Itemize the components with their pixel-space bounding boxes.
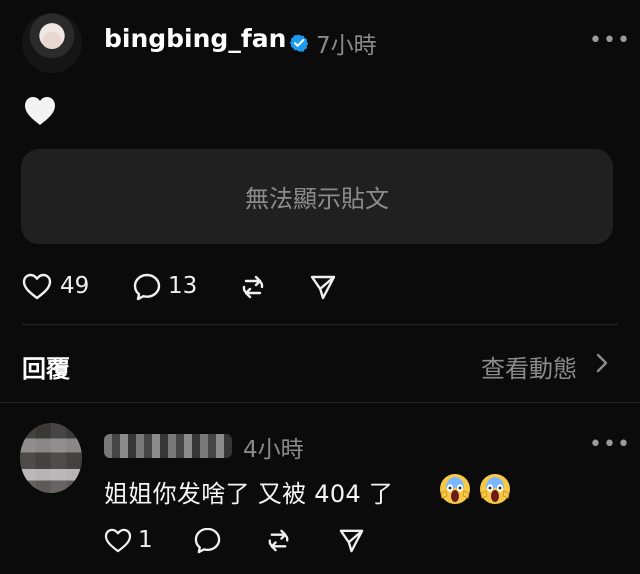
comment-like-count[interactable]: 1 xyxy=(138,527,153,553)
comment-icon[interactable] xyxy=(193,526,222,555)
comment-text: 姐姐你发啥了 又被 404 了 xyxy=(104,480,394,508)
white-heart-emoji xyxy=(25,97,55,125)
replies-title: 回覆 xyxy=(22,355,70,383)
heart-icon[interactable] xyxy=(22,273,52,300)
unavailable-post-text: 無法顯示貼文 xyxy=(245,185,389,213)
comment-icon[interactable] xyxy=(132,272,162,302)
comment-author-name-blurred[interactable] xyxy=(104,434,232,458)
section-divider xyxy=(22,324,618,325)
repost-icon[interactable] xyxy=(264,526,293,555)
post-comment-count[interactable]: 13 xyxy=(168,273,197,299)
screaming-face-emoji xyxy=(440,474,470,504)
heart-icon[interactable] xyxy=(104,528,132,553)
comment-more-menu-icon[interactable]: ••• xyxy=(589,432,631,457)
comment-author-avatar[interactable] xyxy=(20,423,82,493)
post-author-avatar[interactable] xyxy=(22,13,82,73)
post-author-username[interactable]: bingbing_fan xyxy=(104,24,286,53)
chevron-right-icon[interactable] xyxy=(596,353,608,373)
share-icon[interactable] xyxy=(337,526,366,555)
reply-divider xyxy=(0,402,640,403)
post-more-menu-icon[interactable]: ••• xyxy=(589,28,631,53)
post-like-count[interactable]: 49 xyxy=(60,273,89,299)
comment-time: 4小時 xyxy=(243,437,304,463)
screaming-face-emoji xyxy=(480,474,510,504)
repost-icon[interactable] xyxy=(238,272,268,302)
verified-badge-icon xyxy=(289,34,309,52)
post-time: 7小時 xyxy=(316,33,377,59)
share-icon[interactable] xyxy=(308,272,338,302)
unavailable-post-card: 無法顯示貼文 xyxy=(21,149,613,244)
view-activity-link[interactable]: 查看動態 xyxy=(481,349,577,384)
